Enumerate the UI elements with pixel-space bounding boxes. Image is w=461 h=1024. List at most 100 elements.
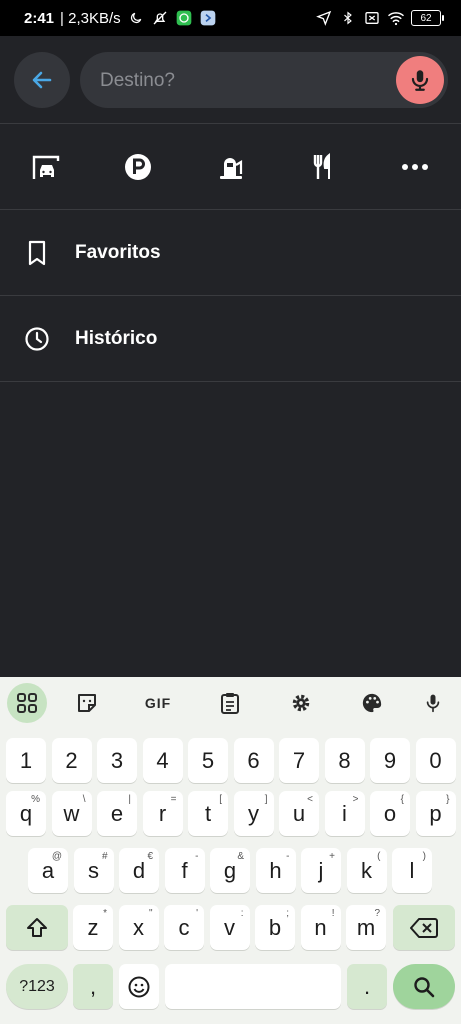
key-b[interactable]: b; (255, 905, 295, 950)
category-car-wash[interactable] (24, 145, 68, 189)
key-p[interactable]: p} (415, 791, 456, 836)
gif-button[interactable]: GIF (138, 683, 178, 723)
key-d[interactable]: d € (119, 848, 159, 893)
key-label: 2 (65, 747, 78, 773)
search-key[interactable] (393, 964, 455, 1009)
settings-button[interactable] (281, 683, 321, 723)
key-h[interactable]: h- (255, 848, 296, 893)
key-hint: ' (196, 908, 198, 919)
keyboard-mic-button[interactable] (413, 683, 453, 723)
key-0[interactable]: 0 (415, 738, 456, 783)
key-label: k (361, 857, 372, 883)
key-hint: [ (219, 794, 222, 805)
key-label: x (133, 914, 144, 940)
key-u[interactable]: u < (279, 791, 319, 836)
list-item-favorites[interactable]: Favoritos (0, 210, 461, 296)
key-hint: ; (286, 908, 289, 919)
key-label: h (269, 857, 282, 883)
key-8[interactable]: 8 (324, 738, 365, 783)
category-parking[interactable] (116, 145, 160, 189)
key-3[interactable]: 3 (97, 738, 137, 783)
moon-icon (127, 9, 145, 27)
key-t[interactable]: t[ (188, 791, 228, 836)
sticker-button[interactable] (67, 683, 107, 723)
key-label: 0 (429, 747, 442, 773)
key-x[interactable]: x " (118, 905, 159, 950)
emoji-key[interactable] (119, 964, 159, 1009)
period-label: . (363, 973, 371, 999)
search-field[interactable] (80, 52, 448, 110)
key-n[interactable]: n! (300, 905, 341, 950)
key-z[interactable]: z * (73, 905, 113, 950)
key-y[interactable]: y] (233, 791, 274, 836)
period-key[interactable]: . (347, 964, 387, 1009)
backspace-icon (410, 917, 438, 938)
key-hint: € (147, 851, 153, 862)
whatsapp-icon (175, 9, 193, 27)
comma-key[interactable]: , (73, 964, 113, 1009)
key-a[interactable]: a @ (28, 848, 68, 893)
category-more[interactable] (393, 145, 437, 189)
key-hint: - (286, 851, 290, 862)
restaurant-icon (313, 152, 330, 179)
key-4[interactable]: 4 (142, 738, 183, 783)
key-7[interactable]: 7 (279, 738, 319, 783)
category-fuel[interactable] (209, 145, 253, 189)
app-icon (199, 9, 217, 27)
backspace-key[interactable] (393, 905, 455, 950)
key-5[interactable]: 5 (188, 738, 228, 783)
shift-icon (27, 917, 47, 937)
key-1[interactable]: 1 (6, 738, 46, 783)
key-i[interactable]: i > (324, 791, 365, 836)
key-e[interactable]: e | (97, 791, 137, 836)
wifi-icon (387, 9, 405, 27)
battery-icon: 62 (411, 10, 444, 26)
clipboard-button[interactable] (210, 683, 250, 723)
key-label: r (158, 800, 167, 826)
key-l[interactable]: l) (392, 848, 432, 893)
microphone-icon (426, 694, 440, 713)
key-hint: * (103, 908, 107, 919)
location-icon (315, 9, 333, 27)
destination-input[interactable] (98, 52, 392, 110)
key-f[interactable]: f- (164, 848, 205, 893)
voice-search-button[interactable] (396, 56, 444, 104)
list-item-history[interactable]: Histórico (0, 296, 461, 382)
key-label: f (181, 857, 188, 883)
key-c[interactable]: c ' (164, 905, 204, 950)
key-g[interactable]: g & (210, 848, 250, 893)
keyboard: GIF ?123 , . 1 2 3 4 5 6 7 8 9 0 q % w \… (0, 677, 461, 1024)
category-restaurant[interactable] (301, 145, 345, 189)
key-6[interactable]: 6 (233, 738, 274, 783)
palette-icon (362, 693, 382, 713)
key-s[interactable]: s # (73, 848, 114, 893)
keyboard-toolbar: GIF (0, 677, 461, 729)
symbols-key[interactable]: ?123 (6, 964, 68, 1009)
key-label: e (110, 800, 124, 826)
key-q[interactable]: q% (6, 791, 46, 836)
key-label: d (132, 857, 146, 883)
key-k[interactable]: k( (346, 848, 387, 893)
key-hint: : (240, 908, 244, 919)
key-hint: + (329, 851, 335, 862)
key-w[interactable]: w \ (51, 791, 92, 836)
search-icon (414, 976, 435, 997)
more-icon (402, 163, 428, 170)
back-button[interactable] (14, 52, 70, 108)
key-2[interactable]: 2 (51, 738, 92, 783)
shift-key[interactable] (6, 905, 68, 950)
bookmark-icon (24, 240, 50, 266)
theme-button[interactable] (352, 683, 392, 723)
key-j[interactable]: j + (301, 848, 341, 893)
key-m[interactable]: m? (346, 905, 386, 950)
apps-button[interactable] (7, 683, 47, 723)
microphone-icon (411, 70, 429, 91)
key-r[interactable]: r = (142, 791, 183, 836)
key-label: 7 (292, 747, 306, 773)
key-9[interactable]: 9 (370, 738, 410, 783)
key-o[interactable]: o{ (370, 791, 410, 836)
clipboard-icon (221, 693, 239, 714)
key-hint: ] (264, 794, 268, 805)
space-key[interactable] (165, 964, 341, 1009)
key-v[interactable]: v: (209, 905, 250, 950)
